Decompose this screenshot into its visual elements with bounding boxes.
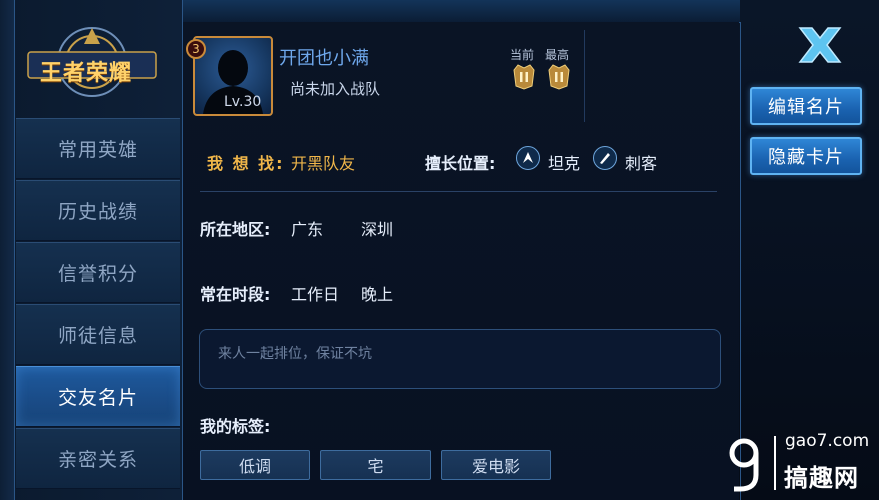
sidebar-nav: 常用英雄 历史战绩 信誉积分 师徒信息 交友名片 亲密关系 — [16, 118, 180, 490]
position-label: 擅长位置: — [425, 154, 496, 173]
looking-for-value: 开黑队友 — [291, 154, 356, 173]
active-time-period: 晚上 — [361, 285, 394, 304]
position-assassin: 刺客 — [625, 154, 658, 173]
watermark-divider — [774, 436, 776, 490]
rank-current-label: 当前 — [510, 48, 535, 62]
watermark-logo-icon — [729, 438, 759, 492]
position-tank: 坦克 — [548, 154, 581, 173]
section-divider — [200, 191, 717, 192]
sidebar-item-friend-card[interactable]: 交友名片 — [16, 366, 180, 427]
right-rail-divider — [740, 22, 741, 500]
active-time-label: 常在时段: — [200, 285, 271, 304]
message-field[interactable]: 来人一起排位，保证不坑 — [199, 329, 721, 389]
rank-best-label: 最高 — [545, 48, 570, 62]
sidebar-edge — [0, 0, 15, 500]
region-label: 所在地区: — [200, 220, 271, 239]
assassin-role-icon — [593, 146, 617, 170]
top-bar — [180, 0, 740, 23]
looking-for-label: 我 想 找: — [207, 154, 285, 173]
tags-label: 我的标签: — [200, 417, 271, 436]
tank-role-icon — [516, 146, 540, 170]
player-name: 开团也小满 — [279, 48, 369, 69]
region-city: 深圳 — [361, 220, 394, 239]
active-time-day: 工作日 — [291, 285, 340, 304]
game-logo-text: 王者荣耀 — [40, 61, 133, 86]
rank-current-icon[interactable] — [510, 62, 538, 90]
rank-best-icon[interactable] — [545, 62, 573, 90]
watermark-url: gao7.com — [785, 431, 870, 451]
sidebar-item-mentor-info[interactable]: 师徒信息 — [16, 304, 180, 365]
watermark-name: 搞趣网 — [784, 464, 859, 492]
level-badge: 3 — [186, 39, 206, 59]
sidebar-item-match-history[interactable]: 历史战绩 — [16, 180, 180, 241]
tag-lowkey[interactable]: 低调 — [200, 450, 310, 480]
sidebar-item-intimacy[interactable]: 亲密关系 — [16, 428, 180, 489]
team-status: 尚未加入战队 — [290, 80, 381, 98]
tag-movie-lover[interactable]: 爱电影 — [441, 450, 551, 480]
header-divider — [584, 30, 585, 122]
player-level: Lv.30 — [224, 94, 262, 110]
hide-card-button[interactable]: 隐藏卡片 — [750, 137, 862, 175]
close-icon[interactable] — [790, 20, 850, 70]
edit-card-button[interactable]: 编辑名片 — [750, 87, 862, 125]
sidebar: 王者荣耀 常用英雄 历史战绩 信誉积分 师徒信息 交友名片 亲密关系 — [0, 0, 183, 500]
tag-homebody[interactable]: 宅 — [320, 450, 431, 480]
region-province: 广东 — [291, 220, 324, 239]
sidebar-item-credit-score[interactable]: 信誉积分 — [16, 242, 180, 303]
sidebar-item-common-heroes[interactable]: 常用英雄 — [16, 118, 180, 179]
